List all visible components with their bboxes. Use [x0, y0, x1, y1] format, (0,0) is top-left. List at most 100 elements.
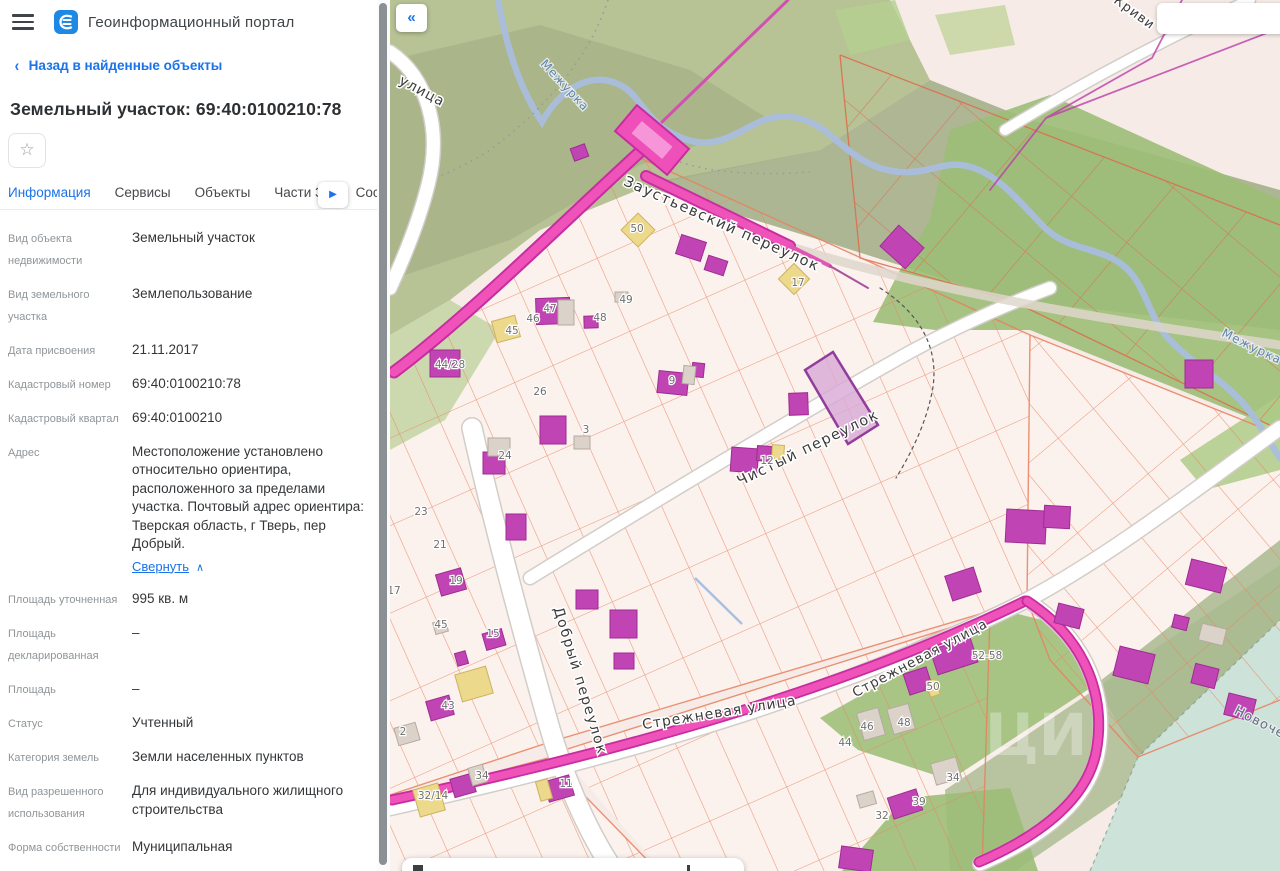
parcel-number: 12	[760, 455, 773, 467]
parcel-number: 32	[875, 810, 888, 822]
tab-2[interactable]: Объекты	[195, 185, 251, 209]
tab-4[interactable]: Соста	[356, 185, 377, 209]
parcel-number: 19	[449, 575, 462, 587]
parcel-number: 50	[630, 223, 643, 235]
info-row: Кадастровый квартал 69:40:0100210	[8, 406, 367, 430]
info-row-value: 69:40:0100210:78	[132, 372, 367, 396]
tab-scroll-right-button[interactable]: ▶	[318, 181, 348, 208]
tab-1[interactable]: Сервисы	[115, 185, 171, 209]
parcel-number: 44	[838, 737, 852, 749]
info-row-value-text: Земельный участок	[132, 229, 255, 245]
info-row-label: Статус	[8, 718, 43, 731]
info-row: Статус Учтенный	[8, 711, 367, 735]
info-row: Площадь –	[8, 677, 367, 701]
info-row-value-text: 69:40:0100210:78	[132, 375, 241, 391]
building	[613, 652, 635, 670]
parcel-number: 17	[390, 585, 401, 597]
info-row-label: Площадь	[8, 684, 56, 697]
favorite-button[interactable]: ☆	[8, 132, 46, 168]
parcel-number: 15	[486, 628, 499, 640]
collapse-sidebar-button[interactable]: «	[396, 4, 427, 32]
arrow-right-icon: ▶	[329, 189, 337, 201]
parcel-number: 2	[400, 726, 407, 738]
info-row-label: Кадастровый номер	[8, 378, 111, 391]
info-row-value: 21.11.2017	[132, 338, 367, 362]
parcel-number: 11	[559, 778, 572, 790]
info-row: Площадь уточненная 995 кв. м	[8, 587, 367, 611]
info-row-value-text: Землепользование	[132, 285, 253, 301]
building-gray	[573, 435, 591, 450]
parcel-number: 48	[897, 717, 910, 729]
building	[788, 392, 809, 416]
parcel-number: 45	[434, 619, 447, 631]
building	[539, 415, 567, 445]
info-row-value: 69:40:0100210	[132, 406, 367, 430]
info-row-value-text: –	[132, 681, 140, 697]
parcel-number: 17	[791, 277, 804, 289]
info-row-value: Земельный участок	[132, 226, 367, 272]
building	[1042, 504, 1072, 530]
parcel-number: 52-58	[972, 650, 1003, 662]
app-title: Геоинформационный портал	[88, 13, 295, 31]
info-row-label: Площадь уточненная	[8, 594, 118, 607]
scrollbar-thumb[interactable]	[379, 3, 387, 865]
info-row-value: 995 кв. м	[132, 587, 367, 611]
info-row-value: –	[132, 621, 367, 667]
parcel-number: 3	[583, 424, 590, 436]
parcel-number: 26	[533, 386, 547, 398]
info-row-label: Дата присвоения	[8, 344, 96, 357]
building	[575, 589, 599, 610]
info-row: Форма собственности Муниципальная	[8, 835, 367, 859]
parcel-number: 34	[475, 770, 489, 782]
info-rows: Вид объекта недвижимости Земельный участо…	[0, 210, 377, 871]
info-row: Категория земель Земли населенных пунктов	[8, 745, 367, 769]
parcel-number: 44/28	[435, 359, 465, 371]
building	[609, 609, 638, 639]
double-chevron-left-icon: «	[407, 9, 416, 26]
info-row-value-text: Для индивидуального жилищного строительс…	[132, 783, 344, 817]
info-row: Площадь декларированная –	[8, 621, 367, 667]
parcel-number: 24	[498, 450, 512, 462]
tile-watermark: ЦИ	[985, 701, 1087, 769]
page-title: Земельный участок: 69:40:0100210:78	[10, 98, 342, 119]
parcel-number: 46	[526, 313, 540, 325]
info-row-value: Землепользование	[132, 282, 367, 328]
parcel-number: 48	[593, 312, 606, 324]
parcel-number: 32/14	[418, 790, 449, 802]
building	[1184, 359, 1214, 389]
collapse-address-link[interactable]: Свернуть	[132, 558, 189, 577]
info-row-value-text: Местоположение установлено относительно …	[132, 443, 365, 552]
info-row-label: Адрес	[8, 446, 40, 459]
info-row-value-text: 21.11.2017	[132, 341, 199, 357]
map-bottom-panel[interactable]	[402, 858, 744, 871]
app-header: Геоинформационный портал	[0, 0, 377, 44]
info-row-value: Местоположение установлено относительно …	[132, 440, 367, 578]
map-canvas[interactable]: ЦИ Заустьевский переулок Чистый переулок Д…	[390, 0, 1280, 871]
parcel-number: 39	[912, 796, 925, 808]
parcel-number: 43	[441, 700, 454, 712]
building	[505, 513, 527, 541]
parcel-number: 50	[926, 681, 939, 693]
parcel-number: 9	[669, 375, 676, 387]
info-row-value-text: Учтенный	[132, 715, 194, 731]
info-row-label: Форма собственности	[8, 842, 121, 855]
building-gray	[681, 364, 697, 386]
info-row: Кадастровый номер 69:40:0100210:78	[8, 372, 367, 396]
info-row-label: Вид разрешенного использования	[8, 786, 104, 821]
parcel-number: 47	[543, 303, 556, 315]
info-row-value-text: 69:40:0100210	[132, 409, 223, 425]
tab-bar: ИнформацияСервисыОбъектыЧасти ЗУСостаН ▶	[0, 180, 377, 210]
parcel-number: 34	[946, 772, 960, 784]
map-control-box[interactable]	[1157, 3, 1280, 34]
back-link[interactable]: ‹ Назад в найденные объекты	[0, 44, 377, 74]
tab-0[interactable]: Информация	[8, 185, 91, 209]
building-gray	[557, 299, 575, 326]
info-row-label: Вид земельного участка	[8, 288, 90, 323]
info-row: Вид разрешенного использования Для индиви…	[8, 779, 367, 825]
hamburger-menu-icon[interactable]	[12, 14, 34, 30]
info-row-value-text: Муниципальная	[132, 839, 233, 855]
parcel-number: 45	[505, 325, 518, 337]
info-row-value: –	[132, 677, 367, 701]
info-row-value-text: –	[132, 625, 140, 641]
sidebar-scrollbar[interactable]	[377, 0, 390, 871]
